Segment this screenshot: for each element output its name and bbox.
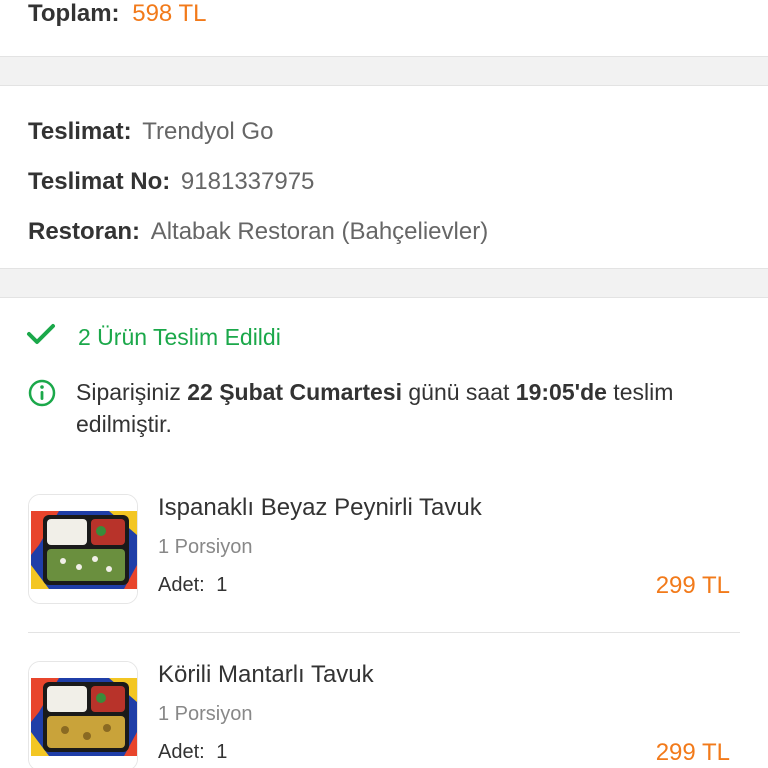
product-name: Körili Mantarlı Tavuk (158, 661, 374, 688)
product-quantity: Adet: 1 (158, 574, 227, 597)
restaurant-row: Restoran: Altabak Restoran (Bahçelievler… (28, 218, 488, 246)
total-value: 598 TL (132, 0, 207, 27)
product-name: Ispanaklı Beyaz Peynirli Tavuk (158, 494, 482, 521)
restaurant-label: Restoran: (28, 218, 141, 245)
delivery-carrier-row: Teslimat: Trendyol Go (28, 118, 273, 146)
quantity-value: 1 (216, 574, 228, 596)
note-time: 19:05'de (515, 379, 607, 405)
delivery-number-label: Teslimat No: (28, 168, 171, 195)
product-image (28, 494, 138, 604)
check-icon (26, 322, 78, 352)
delivery-info-section: Teslimat: Trendyol Go Teslimat No: 91813… (0, 86, 768, 268)
info-circle-icon (28, 379, 58, 440)
quantity-label: Adet: (158, 741, 205, 763)
product-image (28, 661, 138, 768)
delivery-carrier-label: Teslimat: (28, 118, 132, 145)
total-section: Toplam: 598 TL (0, 0, 768, 56)
product-item[interactable]: Ispanaklı Beyaz Peynirli Tavuk 1 Porsiyo… (28, 494, 740, 606)
section-divider (0, 56, 768, 86)
section-divider-2 (0, 268, 768, 298)
note-prefix: Siparişiniz (76, 379, 188, 405)
delivery-status: 2 Ürün Teslim Edildi (26, 322, 281, 352)
total-label: Toplam: (28, 0, 120, 27)
note-date: 22 Şubat Cumartesi (187, 379, 402, 405)
delivery-status-text: 2 Ürün Teslim Edildi (78, 323, 281, 350)
product-portion: 1 Porsiyon (158, 703, 253, 725)
product-price: 299 TL (655, 572, 730, 599)
delivery-carrier-value: Trendyol Go (142, 118, 274, 145)
delivery-note: Siparişiniz 22 Şubat Cumartesi günü saat… (28, 376, 748, 440)
product-divider (28, 632, 740, 633)
quantity-label: Adet: (158, 574, 205, 596)
note-middle: günü saat (401, 379, 516, 405)
product-price: 299 TL (655, 739, 730, 766)
delivery-number-value: 9181337975 (180, 168, 315, 195)
total-row: Toplam: 598 TL (28, 0, 207, 28)
product-item[interactable]: Körili Mantarlı Tavuk 1 Porsiyon Adet: 1… (28, 661, 740, 768)
restaurant-value: Altabak Restoran (Bahçelievler) (150, 218, 489, 245)
product-portion: 1 Porsiyon (158, 536, 253, 558)
product-quantity: Adet: 1 (158, 741, 227, 764)
delivery-note-text: Siparişiniz 22 Şubat Cumartesi günü saat… (76, 376, 748, 440)
quantity-value: 1 (216, 741, 228, 763)
delivery-number-row: Teslimat No: 9181337975 (28, 168, 314, 196)
